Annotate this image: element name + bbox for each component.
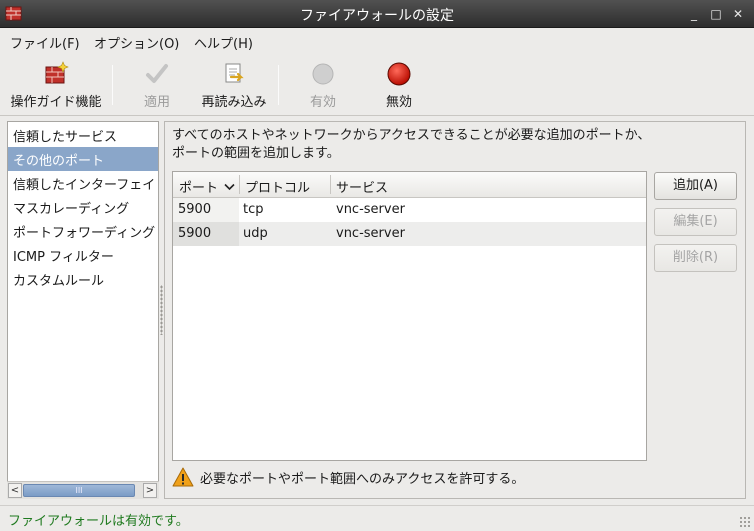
menu-bar: ファイル(F) オプション(O) ヘルプ(H) — [0, 29, 754, 53]
minimize-icon[interactable]: _ — [686, 6, 702, 22]
reload-button[interactable]: 再読み込み — [198, 57, 270, 110]
cell-port: 5900 — [178, 202, 212, 217]
window-title: ファイアウォールの設定 — [300, 8, 454, 24]
menu-options[interactable]: オプション(O) — [94, 33, 179, 52]
warning-icon — [172, 467, 194, 487]
table-header: ポート プロトコル サービス — [173, 172, 646, 198]
remove-button[interactable]: 削除(R) — [654, 244, 737, 272]
column-header-service[interactable]: サービス — [336, 177, 388, 196]
column-header-port[interactable]: ポート — [179, 177, 235, 196]
sidebar-item-port-forwarding[interactable]: ポートフォワーディング — [8, 219, 158, 243]
column-header-protocol[interactable]: プロトコル — [245, 177, 310, 196]
disable-button[interactable]: 無効 — [372, 57, 426, 110]
panel-description: すべてのホストやネットワークからアクセスできることが必要な追加のポートか、ポート… — [172, 128, 651, 161]
wizard-icon — [45, 61, 69, 84]
toolbar: 操作ガイド機能 適用 再読み込み 有効 無効 — [0, 53, 754, 116]
status-bar: ファイアウォールは有効です。 — [0, 505, 754, 531]
column-divider — [330, 175, 331, 194]
ports-table: ポート プロトコル サービス 5900 tcp vnc-server 5900 … — [172, 171, 647, 461]
sidebar-item-custom-rules[interactable]: カスタムルール — [8, 267, 158, 291]
cell-protocol: udp — [243, 226, 268, 241]
toolbar-separator — [278, 65, 279, 105]
window-resize-grip[interactable] — [739, 516, 751, 528]
sidebar-item-other-ports[interactable]: その他のポート — [8, 147, 158, 171]
table-row[interactable]: 5900 tcp vnc-server — [173, 198, 646, 222]
title-bar: ファイアウォールの設定 _ □ ✕ — [0, 0, 754, 28]
column-divider — [239, 175, 240, 194]
cell-protocol: tcp — [243, 202, 264, 217]
maximize-icon[interactable]: □ — [708, 6, 724, 22]
sidebar-item-trusted-services[interactable]: 信頼したサービス — [8, 123, 158, 147]
enable-button[interactable]: 有効 — [296, 57, 350, 110]
pane-resize-handle[interactable] — [160, 285, 163, 335]
status-text: ファイアウォールは有効です。 — [8, 514, 189, 529]
scroll-right-icon[interactable]: > — [143, 483, 157, 498]
edit-button[interactable]: 編集(E) — [654, 208, 737, 236]
sidebar-item-trusted-interfaces[interactable]: 信頼したインターフェイ — [8, 171, 158, 195]
reload-icon — [225, 63, 244, 83]
enable-icon — [312, 63, 334, 85]
apply-check-icon — [146, 64, 168, 83]
scrollbar-thumb[interactable]: III — [23, 484, 135, 497]
sidebar-horizontal-scrollbar[interactable]: < III > — [7, 481, 159, 499]
warning-note: 必要なポートやポート範囲へのみアクセスを許可する。 — [172, 465, 642, 489]
chevron-down-icon — [224, 183, 235, 191]
cell-port: 5900 — [178, 226, 212, 241]
warning-text: 必要なポートやポート範囲へのみアクセスを許可する。 — [200, 472, 525, 487]
apply-button[interactable]: 適用 — [130, 57, 184, 110]
wizard-button[interactable]: 操作ガイド機能 — [8, 57, 104, 110]
cell-service: vnc-server — [336, 202, 405, 217]
table-row[interactable]: 5900 udp vnc-server — [173, 222, 646, 246]
cell-service: vnc-server — [336, 226, 405, 241]
menu-file[interactable]: ファイル(F) — [10, 33, 80, 52]
sidebar-item-icmp-filter[interactable]: ICMP フィルター — [8, 243, 158, 267]
sidebar-item-masquerading[interactable]: マスカレーディング — [8, 195, 158, 219]
add-button[interactable]: 追加(A) — [654, 172, 737, 200]
menu-help[interactable]: ヘルプ(H) — [194, 33, 253, 52]
toolbar-separator — [112, 65, 113, 105]
disable-icon — [387, 62, 411, 86]
scroll-left-icon[interactable]: < — [8, 483, 22, 498]
category-list: 信頼したサービス その他のポート 信頼したインターフェイ マスカレーディング ポ… — [7, 121, 159, 499]
close-icon[interactable]: ✕ — [730, 6, 746, 22]
